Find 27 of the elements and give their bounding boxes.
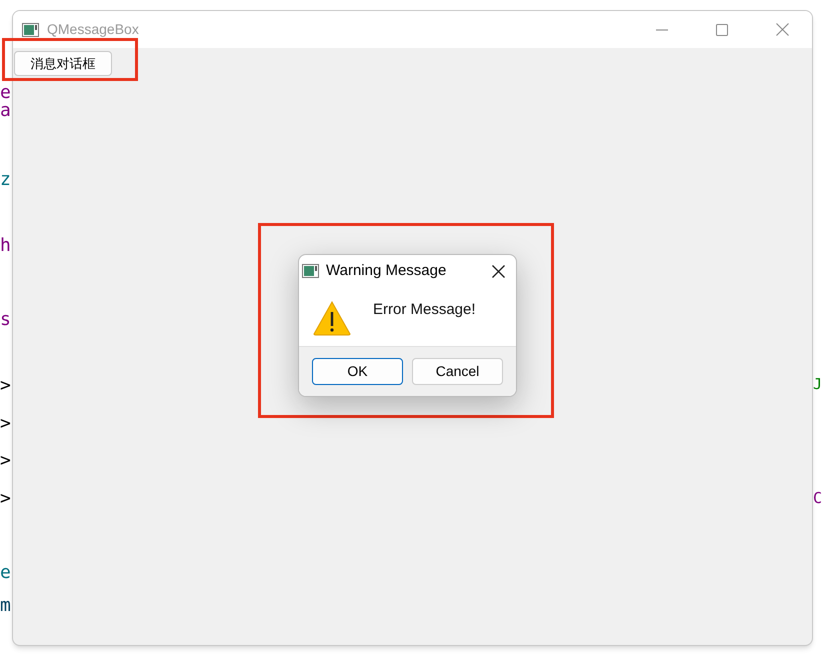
close-icon [776, 23, 788, 36]
code-text: J [813, 374, 822, 394]
code-text: C [813, 488, 822, 508]
close-icon [492, 264, 504, 278]
close-button[interactable] [490, 263, 506, 279]
code-text: z [0, 170, 11, 190]
dialog-button[interactable]: Cancel [412, 358, 503, 385]
message-text: Error Message! [373, 300, 476, 320]
code-text: e [0, 563, 11, 583]
maximize-icon [716, 24, 728, 36]
code-text: h [0, 236, 11, 256]
code-text: > [0, 489, 11, 509]
code-text: > [0, 451, 11, 471]
app-icon [22, 22, 39, 36]
minimize-icon [656, 28, 668, 30]
dialog-button[interactable]: OK [312, 358, 403, 385]
code-text: > [0, 376, 11, 396]
message-box-button[interactable]: 消息对话框 [14, 51, 112, 76]
code-text: > [0, 414, 11, 434]
code-text: a [0, 101, 11, 121]
code-text: m [0, 596, 11, 616]
code-text: s [0, 310, 11, 330]
window-title: QMessageBox [47, 20, 139, 39]
warning-icon [313, 301, 351, 336]
dialog-title: Warning Message [326, 260, 446, 281]
app-icon [302, 264, 319, 278]
code-text: e [0, 83, 11, 103]
